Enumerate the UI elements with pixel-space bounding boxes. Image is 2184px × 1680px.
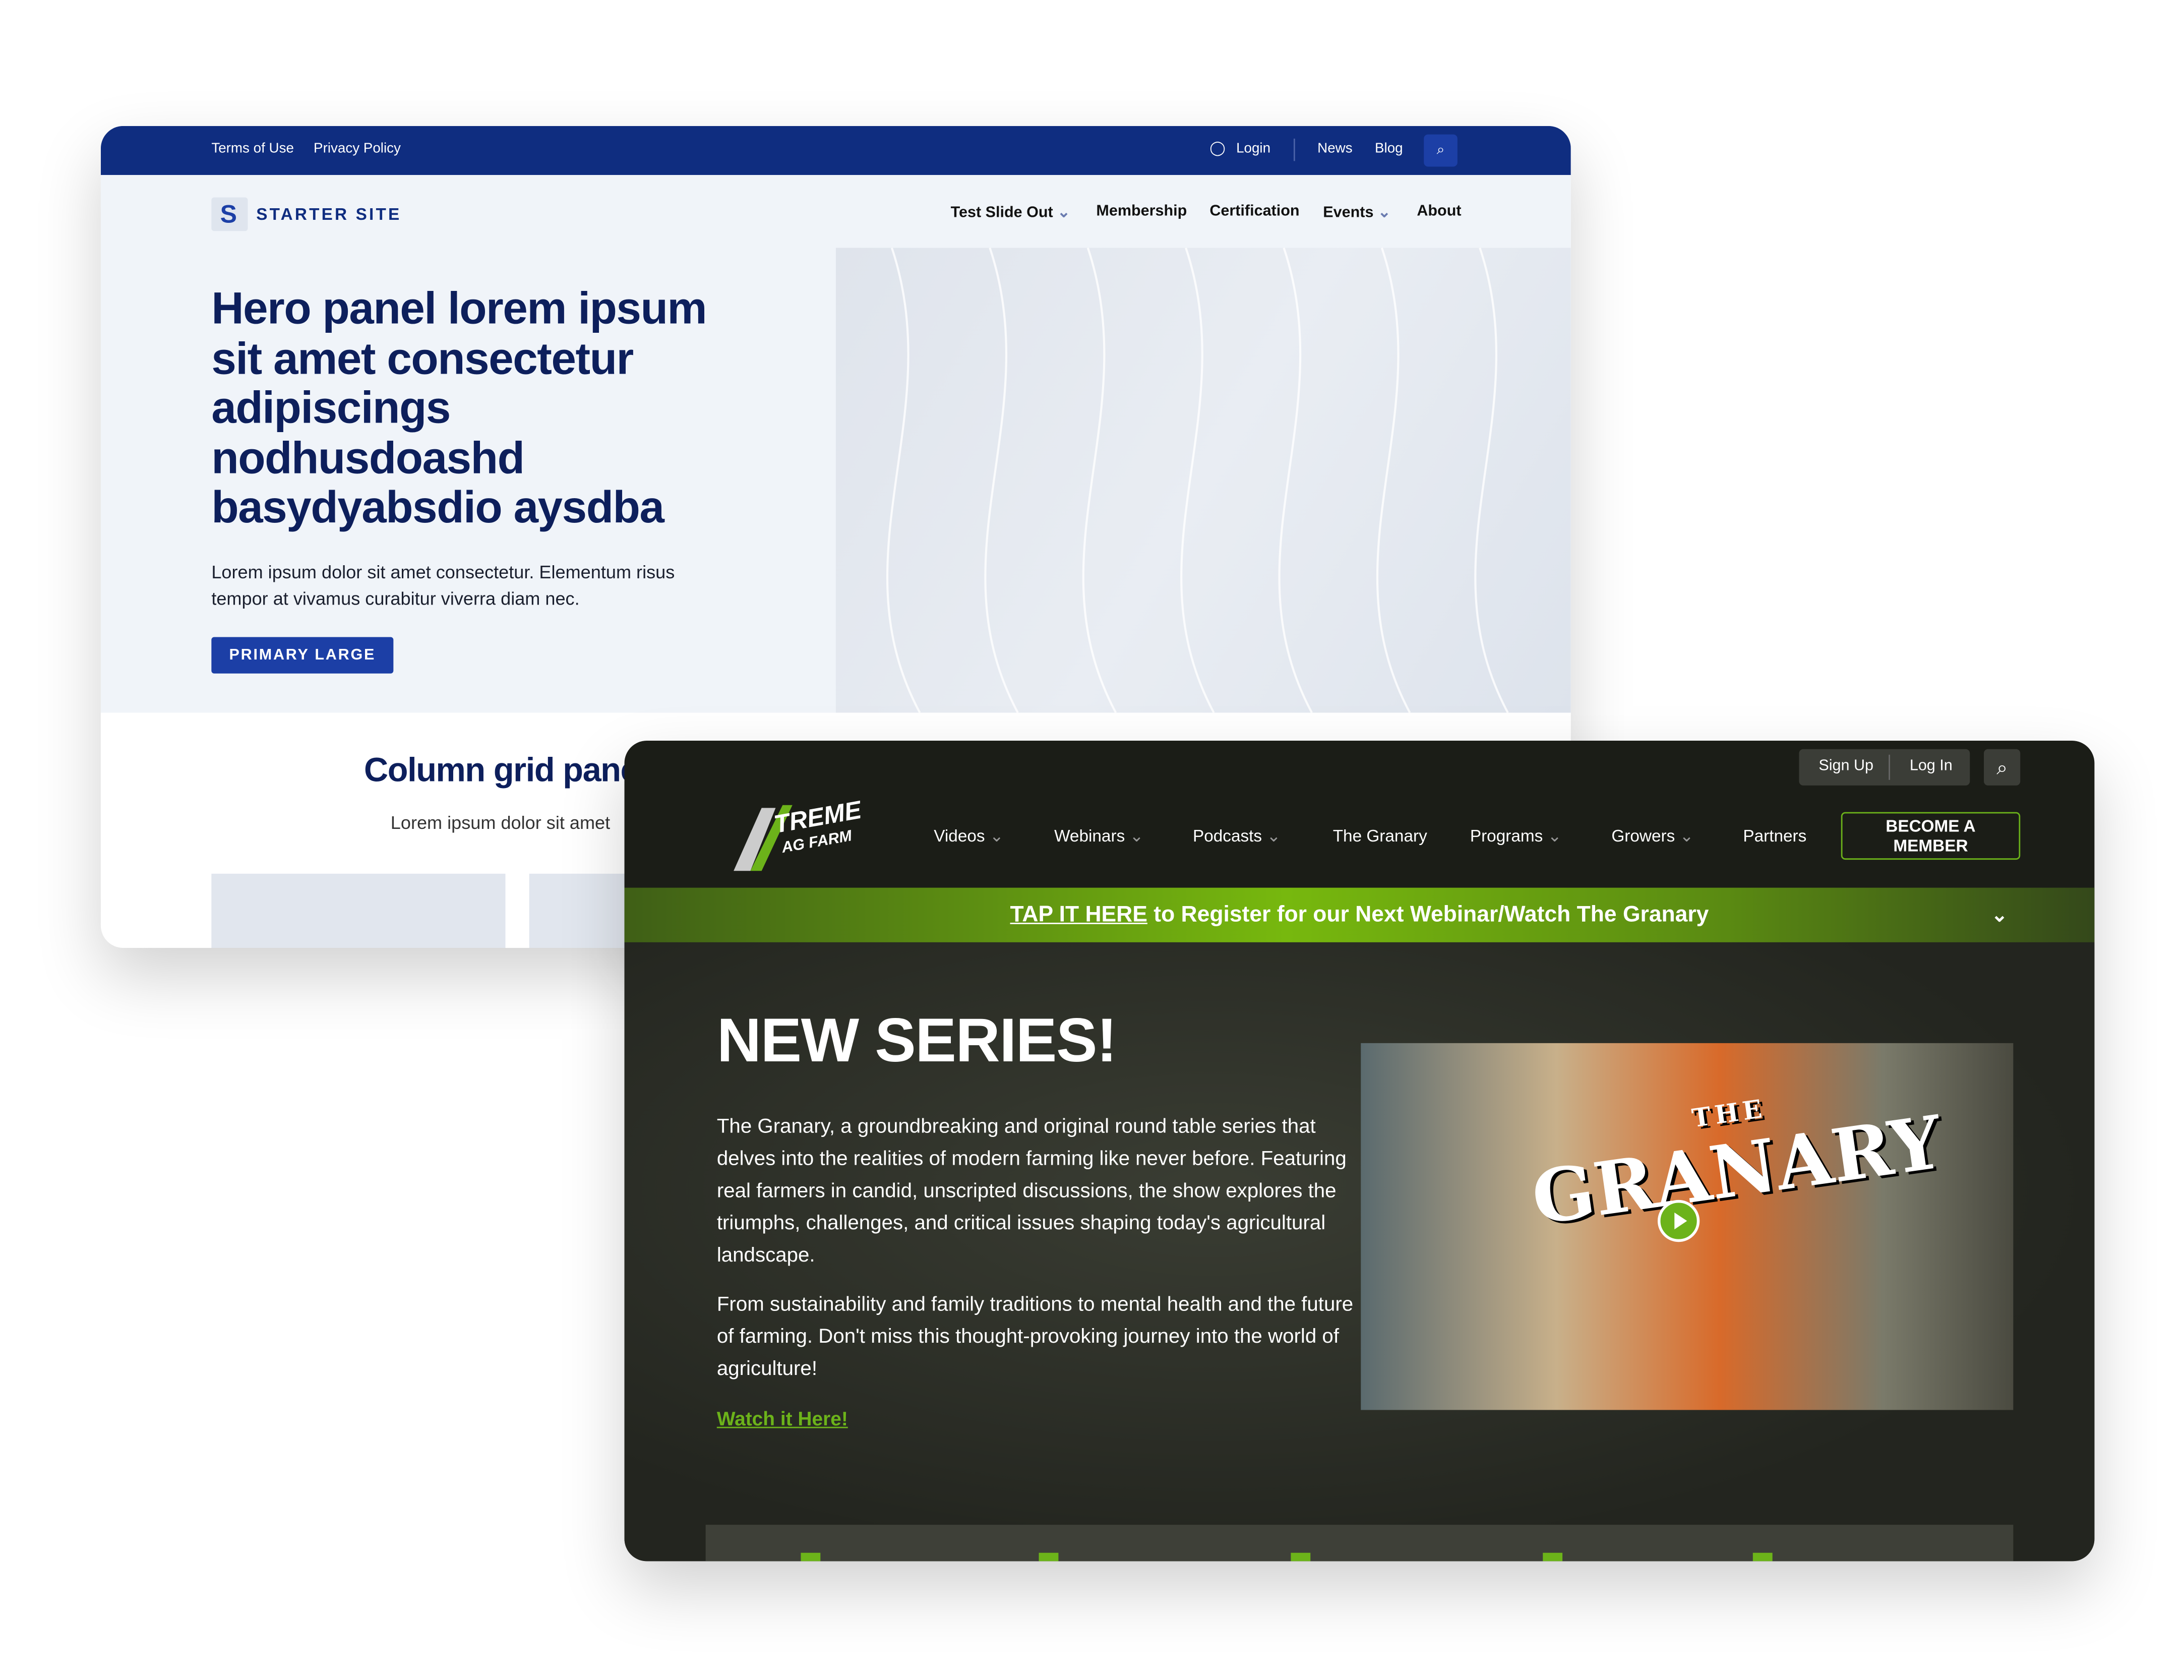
calendar-icon[interactable]	[1543, 1552, 1563, 1562]
chevron-down-icon: ⌄	[989, 826, 1004, 846]
logo-text: STARTER SITE	[256, 204, 402, 224]
primary-large-button[interactable]: PRIMARY LARGE	[211, 637, 394, 674]
hero-image	[835, 247, 1571, 713]
column-grid-title: Column grid panel	[364, 752, 648, 790]
nav-membership[interactable]: Membership	[1096, 203, 1187, 220]
user-icon: ◯	[1209, 141, 1226, 157]
nav-the-granary[interactable]: The Granary	[1333, 826, 1427, 846]
watch-it-here-link[interactable]: Watch it Here!	[717, 1407, 848, 1429]
chevron-down-icon: ⌄	[1129, 826, 1144, 846]
chevron-down-icon: ⌄	[1679, 826, 1694, 846]
chevron-down-icon: ⌄	[1377, 204, 1391, 221]
main-nav: S STARTER SITE Test Slide Out ⌄ Membershi…	[100, 175, 1571, 248]
hero-panel: Hero panel lorem ipsum sit amet consecte…	[100, 247, 1571, 713]
divider	[1293, 138, 1295, 161]
hero-title: Hero panel lorem ipsum sit amet consecte…	[211, 282, 707, 532]
nav-label: Programs	[1470, 826, 1543, 846]
column-grid-subtitle: Lorem ipsum dolor sit amet	[390, 812, 611, 833]
nav-test-slide-out[interactable]: Test Slide Out ⌄	[951, 203, 1070, 221]
become-member-button[interactable]: BECOME A MEMBER	[1841, 812, 2021, 860]
nav-label: Podcasts	[1193, 826, 1262, 846]
wave-lines-graphic	[886, 247, 1509, 713]
granary-video-thumbnail[interactable]: THE GRANARY	[1361, 1043, 2014, 1410]
nav-certification[interactable]: Certification	[1209, 203, 1299, 220]
blog-link[interactable]: Blog	[1375, 141, 1403, 157]
hero-text: Lorem ipsum dolor sit amet consectetur. …	[211, 561, 675, 609]
nav-about[interactable]: About	[1417, 203, 1461, 220]
nav-programs[interactable]: Programs ⌄	[1470, 826, 1562, 846]
nav-events[interactable]: Events ⌄	[1323, 203, 1390, 221]
nav-label: Events	[1323, 204, 1374, 221]
category-strip	[705, 1525, 2014, 1562]
chevron-down-icon: ⌄	[1547, 826, 1562, 846]
nav-videos[interactable]: Videos ⌄	[934, 826, 1004, 846]
search-icon[interactable]: ⌕	[1424, 134, 1458, 167]
privacy-link[interactable]: Privacy Policy	[314, 141, 401, 157]
play-icon[interactable]	[1657, 1199, 1700, 1242]
site-logo[interactable]: S STARTER SITE	[211, 197, 402, 231]
account-links: Sign Up Log In	[1799, 749, 1970, 786]
login-link[interactable]: Login	[1236, 141, 1270, 157]
nav-label: Test Slide Out	[950, 204, 1053, 221]
nav-label: Webinars	[1054, 826, 1125, 846]
nav-webinars[interactable]: Webinars ⌄	[1054, 826, 1143, 846]
announcement-banner: TAP IT HERE to Register for our Next Web…	[624, 887, 2095, 942]
chevron-down-icon[interactable]: ⌄	[1991, 888, 2008, 942]
podcast-icon[interactable]	[1291, 1552, 1311, 1562]
nav-partners[interactable]: Partners	[1743, 826, 1806, 846]
chevron-down-icon: ⌄	[1057, 204, 1070, 221]
granary-title-art: THE GRANARY	[1523, 1071, 1948, 1242]
utility-bar: Terms of Use Privacy Policy ◯ Login News…	[100, 126, 1571, 175]
sign-up-link[interactable]: Sign Up	[1818, 757, 1873, 774]
hero-paragraph-2: From sustainability and family tradition…	[716, 1293, 1354, 1381]
logo-icon: S	[211, 197, 248, 231]
nav-label: Videos	[934, 826, 985, 846]
xtreme-ag-logo[interactable]: TREME AG FARM	[719, 794, 887, 878]
xtreme-ag-window: Sign Up Log In ⌕ TREME AG FARM Videos ⌄ …	[624, 741, 2095, 1562]
chevron-down-icon: ⌄	[1266, 826, 1281, 846]
webinar-icon[interactable]	[1039, 1552, 1059, 1562]
grid-tile	[211, 873, 506, 948]
hero-title: NEW SERIES!	[716, 1006, 1117, 1075]
nav-growers[interactable]: Growers ⌄	[1611, 826, 1693, 846]
log-in-link[interactable]: Log In	[1910, 757, 1953, 774]
video-icon[interactable]	[801, 1552, 821, 1562]
tap-it-here-link[interactable]: TAP IT HERE	[1010, 903, 1147, 927]
terms-link[interactable]: Terms of Use	[211, 141, 294, 157]
divider	[1889, 754, 1890, 780]
crop-icon[interactable]	[1752, 1552, 1773, 1562]
news-link[interactable]: News	[1317, 141, 1352, 157]
hero-paragraph-1: The Granary, a groundbreaking and origin…	[716, 1116, 1347, 1268]
hero-section: NEW SERIES! The Granary, a groundbreakin…	[624, 942, 2095, 1562]
nav-podcasts[interactable]: Podcasts ⌄	[1193, 826, 1281, 846]
nav-label: Growers	[1611, 826, 1675, 846]
search-icon[interactable]: ⌕	[1984, 749, 2021, 786]
banner-text: to Register for our Next Webinar/Watch T…	[1147, 903, 1709, 927]
